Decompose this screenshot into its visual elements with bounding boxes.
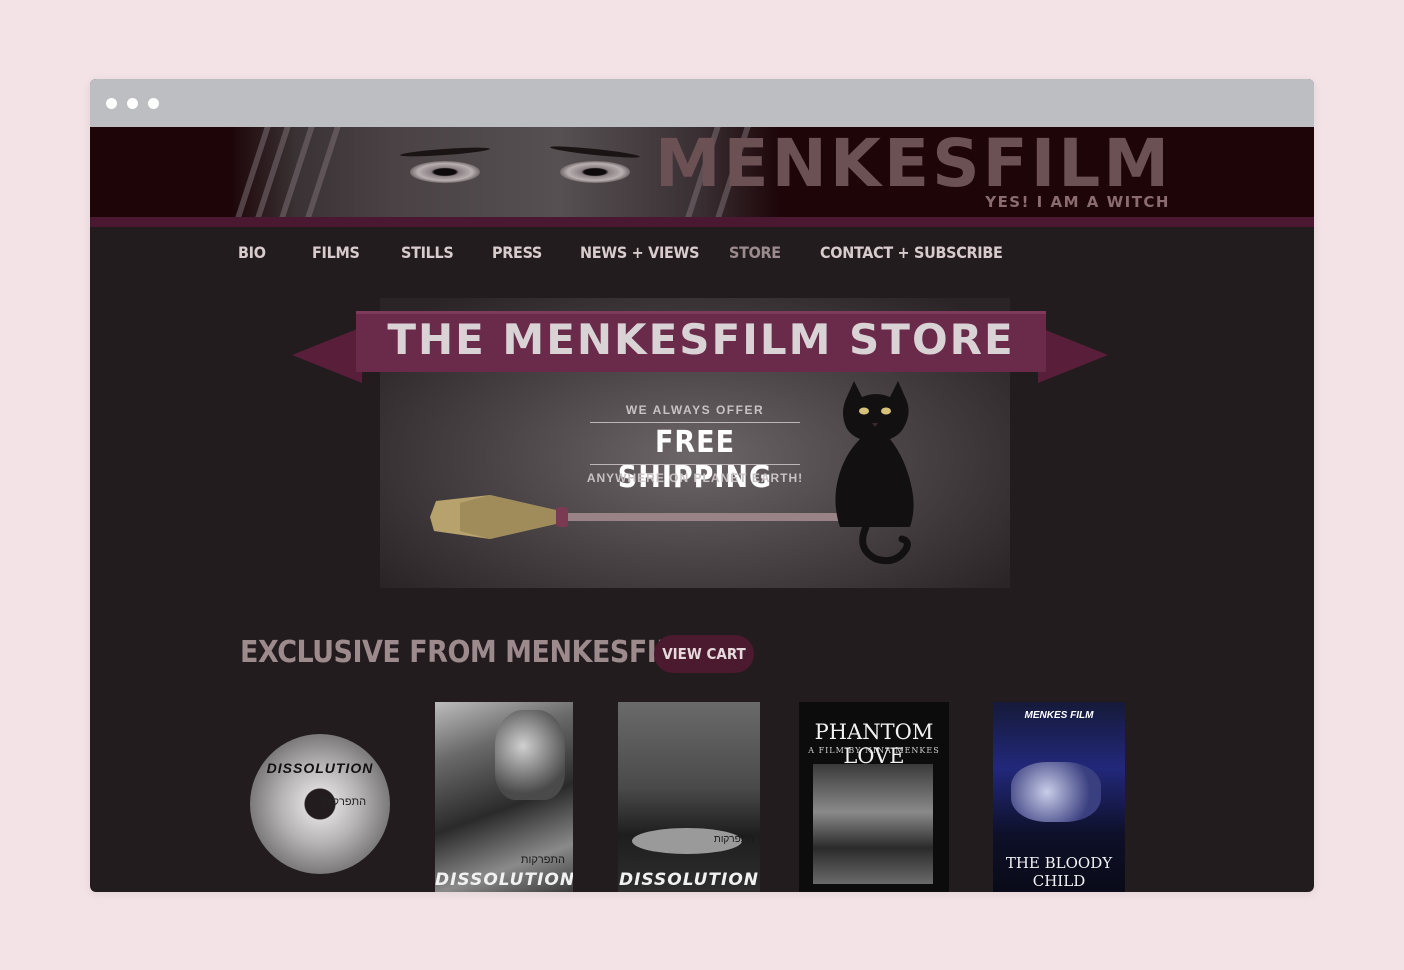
view-cart-button[interactable]: VIEW CART	[654, 635, 754, 673]
shipping-rule-top	[590, 422, 800, 423]
nav-news-views[interactable]: NEWS + VIEWS	[580, 243, 700, 262]
product-brand: MENKES FILM	[1024, 710, 1094, 721]
window-titlebar	[90, 79, 1314, 127]
window-close-dot[interactable]	[106, 98, 117, 109]
nav-films[interactable]: FILMS	[312, 243, 360, 262]
product-dissolution-poster-2[interactable]: התפרקות DISSOLUTION	[618, 702, 760, 892]
poster-image	[813, 764, 933, 884]
nav-contact-subscribe[interactable]: CONTACT + SUBSCRIBE	[820, 243, 1003, 262]
shipping-line-3: ANYWHERE ON PLANET EARTH!	[586, 471, 804, 485]
browser-window: MENKESFILM YES! I AM A WITCH BIO FILMS S…	[90, 79, 1314, 892]
product-bloody-child-poster[interactable]: MENKES FILM THE BLOODY CHILD	[993, 702, 1125, 892]
product-title: DISSOLUTION	[266, 760, 374, 776]
black-cat-icon	[835, 381, 914, 565]
window-minimize-dot[interactable]	[127, 98, 138, 109]
product-dissolution-dvd[interactable]: DISSOLUTION התפרקות	[250, 734, 390, 874]
product-phantom-love-poster[interactable]: PHANTOM LOVE A FILM BY NINA MENKES	[799, 702, 949, 892]
product-title: PHANTOM LOVE	[814, 720, 934, 768]
site-logo[interactable]: MENKESFILM	[655, 131, 1172, 197]
ribbon-tail-left	[292, 327, 362, 383]
site-tagline: YES! I AM A WITCH	[985, 193, 1170, 211]
nav-stills[interactable]: STILLS	[401, 243, 454, 262]
product-title: DISSOLUTION	[435, 870, 573, 890]
product-title: DISSOLUTION	[618, 870, 760, 890]
product-hebrew-title: התפרקות	[322, 796, 367, 808]
product-subtitle: A FILM BY NINA MENKES	[808, 746, 940, 755]
poster-face	[495, 710, 565, 800]
nav-press[interactable]: PRESS	[492, 243, 542, 262]
window-maximize-dot[interactable]	[148, 98, 159, 109]
product-dissolution-poster-1[interactable]: התפרקות DISSOLUTION	[435, 702, 573, 892]
header-divider	[90, 217, 1314, 227]
nav-store[interactable]: STORE	[729, 243, 781, 262]
poster-image	[1011, 762, 1101, 822]
shipping-rule-bottom	[590, 464, 800, 465]
store-title: THE MENKESFILM STORE	[387, 315, 1015, 364]
store-section-title: EXCLUSIVE FROM MENKESFILM	[240, 635, 700, 670]
product-hebrew-title: התפרקות	[520, 854, 565, 866]
shipping-line-1: WE ALWAYS OFFER	[625, 403, 765, 417]
nav-bio[interactable]: BIO	[238, 243, 266, 262]
product-title: THE BLOODY CHILD	[1005, 854, 1113, 890]
site-header: MENKESFILM YES! I AM A WITCH	[90, 127, 1314, 217]
ribbon-tail-right	[1038, 327, 1108, 383]
product-hebrew-title: התפרקות	[713, 834, 754, 845]
